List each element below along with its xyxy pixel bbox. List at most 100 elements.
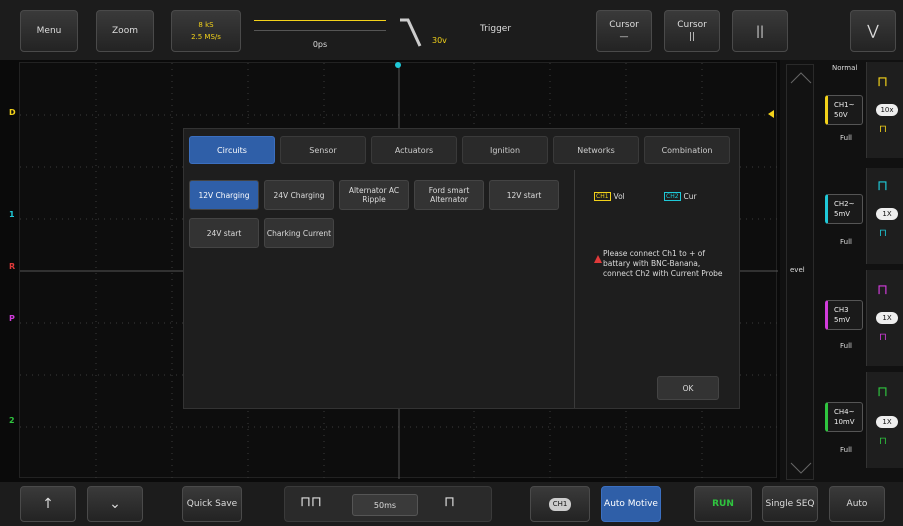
trigger-mode-label[interactable]: Normal [832,64,857,72]
sample-count: 8 kS [198,21,214,29]
trigger-position-marker[interactable] [395,62,401,68]
pause-icon: || [755,24,765,38]
circuit-24v-charging[interactable]: 24V Charging [264,180,334,210]
ch4-name: CH4~ [834,408,855,416]
run-label: RUN [712,498,734,509]
ch4-settings[interactable]: CH4~ 10mV [825,402,863,432]
sample-rate-button[interactable]: 8 kS 2.5 MS/s [171,10,241,52]
legend-ch1: CH1 Vol [594,192,625,201]
timebase-value[interactable]: 50ms [352,494,418,516]
zoom-label: Zoom [112,26,138,36]
cursor-v-label: Cursor [677,20,707,30]
quick-save-label: Quick Save [186,498,238,509]
legend-ch1-text: Vol [613,192,625,201]
ch3-probe-badge[interactable]: 1X [876,312,898,324]
chevron-down-icon: ⋁ [867,23,879,39]
instruction-text: Please connect Ch1 to + of battary with … [603,249,723,278]
legend-ch2-badge: CH2 [664,192,681,201]
tab-networks[interactable]: Networks [553,136,639,164]
trigger-edge-icon[interactable] [398,16,426,50]
ch4-mode[interactable]: Full [840,446,852,454]
ch3-name: CH3 [834,306,849,314]
ch3-coupling-icon[interactable]: ⊓ [879,332,887,343]
tab-circuits[interactable]: Circuits [189,136,275,164]
automotive-label: Auto Motive [604,498,658,509]
ch1-probe-badge[interactable]: 10x [876,104,898,116]
arrow-up-icon: ↑ [42,495,54,512]
ch3-settings[interactable]: CH3 5mV [825,300,863,330]
circuit-alternator-ripple[interactable]: Alternator AC Ripple [339,180,409,210]
warning-icon [594,248,602,263]
ch3-mode[interactable]: Full [840,342,852,350]
ch1-mode[interactable]: Full [840,134,852,142]
cursor-h-icon: — [619,32,629,42]
ch2-square-wave-icon[interactable]: ⊓ [877,178,888,194]
quick-save-button[interactable]: Quick Save [182,486,242,522]
ch1-name: CH1~ [834,101,855,109]
ch2-coupling-icon[interactable]: ⊓ [879,228,887,239]
cursor-vertical-button[interactable]: Cursor || [664,10,720,52]
dialog-divider [574,170,575,408]
cursor-v-icon: || [688,32,696,42]
trigger-label[interactable]: Trigger [480,24,511,34]
auto-button[interactable]: Auto [829,486,885,522]
ch2-settings[interactable]: CH2~ 5mV [825,194,863,224]
time-offset-value: 0ps [312,40,328,49]
ch2-scale: 5mV [834,210,851,218]
tab-combination[interactable]: Combination [644,136,730,164]
tab-sensor[interactable]: Sensor [280,136,366,164]
legend-ch1-badge: CH1 [594,192,611,201]
ok-button[interactable]: OK [657,376,719,400]
legend-ch2-text: Cur [683,192,697,201]
circuit-ford-smart-alternator[interactable]: Ford smart Alternator [414,180,484,210]
ch4-scale: 10mV [834,418,855,426]
run-button[interactable]: RUN [694,486,752,522]
ref-marker[interactable]: R [9,262,15,271]
automotive-button[interactable]: Auto Motive [601,486,661,522]
ch1-scale: 50V [834,111,848,119]
ch1-settings[interactable]: CH1~ 50V [825,95,863,125]
ch4-square-wave-icon[interactable]: ⊓ [877,384,888,400]
ch4-probe-badge[interactable]: 1X [876,416,898,428]
down-arrow-button[interactable]: ⌄ [87,486,143,522]
ch3-marker[interactable]: P [9,314,15,323]
ch3-scale: 5mV [834,316,851,324]
ch1-marker[interactable]: D [9,108,16,117]
circuit-charking-current[interactable]: Charking Current [264,218,334,248]
menu-button[interactable]: Menu [20,10,78,52]
cursor-horizontal-button[interactable]: Cursor — [596,10,652,52]
sample-rate: 2.5 MS/s [191,33,221,41]
chevron-down-icon: ⌄ [109,495,121,512]
up-arrow-button[interactable]: ↑ [20,486,76,522]
menu-label: Menu [36,26,62,36]
ch4-coupling-icon[interactable]: ⊓ [879,436,887,447]
ch2-marker[interactable]: 1 [9,210,15,219]
level-label: evel [790,266,805,274]
time-position-slider[interactable]: 0ps [250,12,390,54]
trigger-level-value: 30v [432,36,447,45]
cursor-h-label: Cursor [609,20,639,30]
circuit-12v-charging[interactable]: 12V Charging [189,180,259,210]
collapse-button[interactable]: ⋁ [850,10,896,52]
ch2-mode[interactable]: Full [840,238,852,246]
trigger-level-marker[interactable] [768,110,774,118]
circuit-12v-start[interactable]: 12V start [489,180,559,210]
channel-probe-button[interactable]: CH1 [530,486,590,522]
timebase-decrease-icon[interactable]: ⊓⊓ [300,494,322,510]
pause-button[interactable]: || [732,10,788,52]
ch2-name: CH2~ [834,200,855,208]
ch2-probe-badge[interactable]: 1X [876,208,898,220]
zoom-button[interactable]: Zoom [96,10,154,52]
ch3-square-wave-icon[interactable]: ⊓ [877,282,888,298]
single-seq-label: Single SEQ [765,498,815,509]
legend-ch2: CH2 Cur [664,192,697,201]
ch4-marker[interactable]: 2 [9,416,15,425]
single-seq-button[interactable]: Single SEQ [762,486,818,522]
timebase-increase-icon[interactable]: ⊓ [444,494,455,510]
ch1-square-wave-icon[interactable]: ⊓ [877,74,888,90]
tab-actuators[interactable]: Actuators [371,136,457,164]
probe-icon: CH1 [548,497,572,511]
ch1-coupling-icon[interactable]: ⊓ [879,124,887,135]
circuit-24v-start[interactable]: 24V start [189,218,259,248]
tab-ignition[interactable]: Ignition [462,136,548,164]
